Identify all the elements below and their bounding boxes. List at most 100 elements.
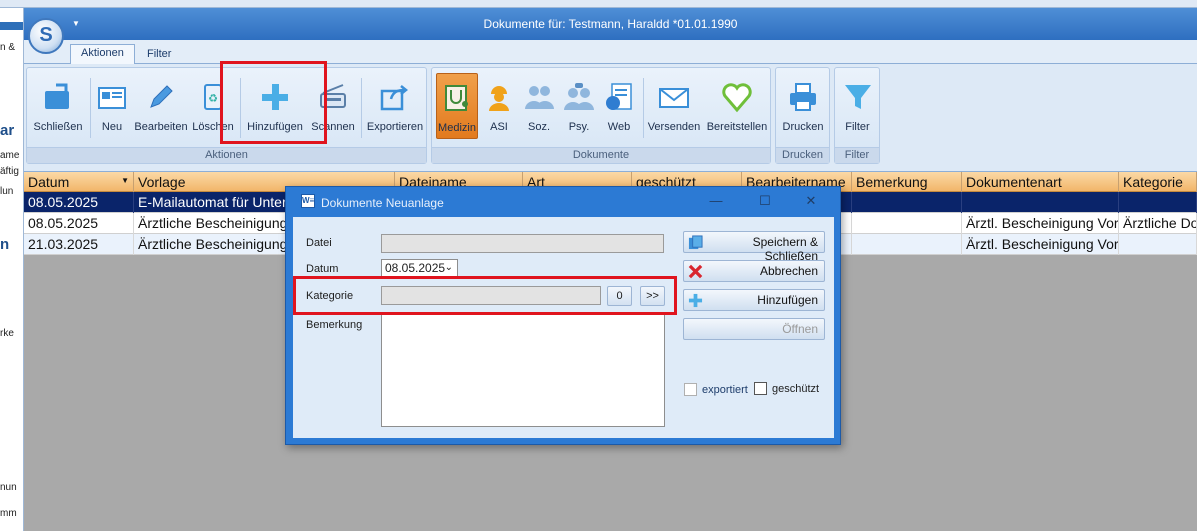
column-header-label: Datum [28,174,70,190]
psy-button[interactable]: Psy. [560,73,598,139]
soz-button[interactable]: Soz. [520,73,558,139]
envelope-icon [659,88,689,108]
geschuetzt-label: geschützt [772,383,820,395]
group-caption-aktionen: Aktionen [27,147,426,163]
open-label: Öffnen [782,322,818,336]
new-document-dialog: W≡ Dokumente Neuanlage — ☐ ✕ Datei Datum… [285,186,841,445]
people-chat-icon [564,83,594,110]
group-people-icon [525,86,554,109]
cell-bemerkung [852,192,962,213]
open-button[interactable]: Öffnen [683,318,825,340]
background-window-peek: n & ar ame äftig lun n rke nun mm [0,8,24,531]
pencil-icon [150,85,173,108]
edit-button-label: Bearbeiten [134,121,188,133]
medizin-button[interactable]: Medizin [436,73,478,139]
cancel-button[interactable]: Abbrechen [683,260,825,282]
stethoscope-icon [445,85,468,111]
cancel-label: Abbrechen [759,264,818,278]
web-document-icon [606,83,632,110]
cell-bemerkung [852,234,962,255]
asi-button[interactable]: ASI [482,73,516,139]
datum-value: 08.05.2025 [385,261,446,275]
ribbon-tab-bar: Aktionen Filter [24,40,1197,65]
cell-dokumentenart [962,192,1119,213]
minimize-button[interactable]: — [698,191,734,213]
close-button[interactable]: ✕ [793,191,829,213]
sort-arrow-icon: ▼ [121,176,129,185]
group-dokumente: Medizin ASI Soz. Psy. Web Versenden Bere… [431,67,771,164]
cell-kategorie [1119,192,1197,213]
save-and-close-label: Speichern & Schließen [752,235,818,263]
cell-dokumentenart: Ärztl. Bescheinigung Vor [962,234,1119,255]
group-filter: Filter Filter [834,67,880,164]
highlight-hinzufuegen [220,61,327,144]
highlight-kategorie [293,276,677,315]
dialog-title: Dokumente Neuanlage [321,196,444,210]
cell-datum: 21.03.2025 [24,234,134,255]
filter-button-label: Filter [845,121,870,133]
column-header-datum[interactable]: Datum ▼ [24,172,134,192]
ribbon: Schließen Neu Bearbeiten ♻ Löschen Hinzu… [24,64,1197,172]
dialog-body: Datei Datum 08.05.2025 ⌄ Kategorie 0 >> … [293,217,834,438]
maximize-button[interactable]: ☐ [747,191,783,213]
column-header-bemerkung[interactable]: Bemerkung [852,172,962,192]
title-bar: Dokumente für: Testmann, Haraldd *01.01.… [24,8,1197,40]
provide-button[interactable]: Bereitstellen [704,73,770,139]
funnel-icon [844,85,871,109]
printer-icon [790,83,816,111]
new-document-icon [98,87,126,109]
add-label: Hinzufügen [757,293,818,307]
group-drucken: Drucken Drucken [775,67,830,164]
app-menu-button[interactable]: S [28,18,64,54]
print-button[interactable]: Drucken [778,73,828,139]
bemerkung-label: Bemerkung [306,319,363,331]
bemerkung-textarea[interactable] [381,313,665,427]
peek-text: n [0,236,10,253]
background-window-bar [0,22,23,30]
save-icon [688,235,703,250]
background-window-strip [0,0,1197,8]
new-button[interactable]: Neu [93,73,131,139]
close-button[interactable]: Schließen [29,73,87,139]
soz-button-label: Soz. [527,121,550,133]
column-header-dokumentenart[interactable]: Dokumentenart [962,172,1119,192]
peek-text: nun [0,482,17,493]
asi-button-label: ASI [490,121,508,133]
save-and-close-button[interactable]: Speichern & Schließen [683,231,825,263]
geschuetzt-checkbox[interactable] [754,382,767,395]
export-button[interactable]: Exportieren [365,73,425,139]
cell-kategorie: Ärztliche Do [1119,213,1197,234]
tab-aktionen[interactable]: Aktionen [70,44,135,65]
peek-text: rke [0,328,14,339]
close-button-label: Schließen [33,121,83,133]
send-button[interactable]: Versenden [646,73,702,139]
datei-field[interactable] [381,234,664,253]
plus-icon [688,293,703,308]
svg-text:♻: ♻ [208,93,218,105]
peek-text: lun [0,186,14,197]
cell-kategorie [1119,234,1197,255]
datum-label: Datum [306,263,339,275]
separator [361,78,362,138]
worker-icon [489,86,509,111]
peek-text: ar [0,122,15,139]
web-button-label: Web [607,121,631,133]
red-x-icon [688,264,703,279]
filter-button[interactable]: Filter [837,73,878,139]
web-button[interactable]: Web [600,73,638,139]
quick-access-dropdown-icon[interactable]: ▼ [72,19,80,28]
column-header-kategorie[interactable]: Kategorie [1119,172,1197,192]
add-button[interactable]: Hinzufügen [683,289,825,311]
heart-icon [722,83,752,113]
provide-button-label: Bereitstellen [706,121,768,133]
export-icon [380,85,409,111]
chevron-down-icon[interactable]: ⌄ [445,262,453,273]
tab-filter[interactable]: Filter [137,46,181,65]
new-button-label: Neu [101,121,123,133]
edit-button[interactable]: Bearbeiten [133,73,189,139]
group-caption-drucken: Drucken [776,147,829,163]
close-folder-icon [45,83,69,109]
exportiert-checkbox[interactable] [684,383,697,396]
datei-label: Datei [306,237,332,249]
peek-text: mm [0,508,17,519]
